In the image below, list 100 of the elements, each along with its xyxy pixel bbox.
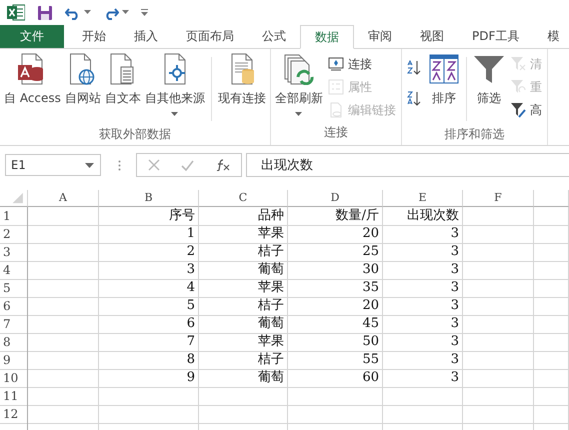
table-cell: 苹果: [199, 279, 288, 298]
ribbon-button[interactable]: 自文本: [104, 53, 142, 107]
table-cell: [28, 387, 99, 406]
ribbon-tab[interactable]: 插入: [120, 25, 172, 48]
table-cell: [463, 279, 534, 298]
ribbon-tab[interactable]: 数据: [300, 25, 354, 49]
table-cell: 35: [288, 279, 383, 298]
table-cell: 序号: [99, 207, 199, 226]
table-cell: 3: [383, 279, 463, 298]
table-cell: 5: [99, 297, 199, 316]
table-cell: [534, 351, 569, 370]
table-cell: 3: [99, 261, 199, 280]
globe-document-icon: [70, 53, 96, 85]
row-header[interactable]: 12: [0, 405, 28, 424]
dropdown-icon: [85, 162, 94, 168]
table-cell: [534, 243, 569, 262]
save-icon[interactable]: [37, 4, 53, 20]
column-header[interactable]: A: [28, 190, 99, 207]
link-document-icon: [328, 102, 344, 118]
reapply-filter-icon: [510, 79, 526, 95]
column-header[interactable]: C: [199, 190, 288, 207]
table-cell: 8: [99, 351, 199, 370]
column-header[interactable]: B: [99, 190, 199, 207]
table-cell: [28, 351, 99, 370]
ribbon-button[interactable]: 自网站: [64, 53, 102, 107]
table-cell: [28, 279, 99, 298]
table-cell: [534, 225, 569, 244]
table-cell: 3: [383, 243, 463, 262]
group-label: 连接: [322, 124, 349, 141]
row-header[interactable]: 8: [0, 333, 28, 352]
name-box[interactable]: E1: [5, 154, 101, 176]
row-header[interactable]: 9: [0, 351, 28, 370]
formula-field[interactable]: 出现次数: [246, 153, 569, 177]
ribbon-tab[interactable]: 开始: [68, 25, 120, 48]
caret-icon[interactable]: [122, 10, 129, 15]
table-cell: [28, 243, 99, 262]
ribbon-tab[interactable]: PDF工具: [458, 25, 534, 48]
ribbon-tab[interactable]: 公式: [248, 25, 300, 48]
column-header[interactable]: E: [383, 190, 463, 207]
table-cell: [463, 261, 534, 280]
table-cell: [463, 243, 534, 262]
table-cell: 60: [288, 369, 383, 388]
row-header[interactable]: 11: [0, 387, 28, 406]
table-cell: 3: [383, 315, 463, 334]
ribbon-button[interactable]: 筛选: [472, 53, 506, 107]
insert-function-icon[interactable]: [216, 159, 230, 171]
column-header[interactable]: [534, 190, 569, 207]
ribbon-tab[interactable]: 文件: [0, 25, 64, 48]
table-cell: 3: [383, 261, 463, 280]
row-header[interactable]: 5: [0, 279, 28, 298]
row-header[interactable]: 1: [0, 207, 28, 226]
row-header[interactable]: 7: [0, 315, 28, 334]
ribbon-button[interactable]: 全部刷新: [274, 53, 324, 116]
table-cell: [28, 225, 99, 244]
row-header[interactable]: 10: [0, 369, 28, 388]
column-header[interactable]: F: [463, 190, 534, 207]
table-cell: 3: [383, 225, 463, 244]
ribbon-button[interactable]: 高: [508, 99, 544, 121]
table-cell: [463, 315, 534, 334]
properties-icon: [328, 79, 344, 95]
table-cell: 葡萄: [199, 369, 288, 388]
row-header[interactable]: 4: [0, 261, 28, 280]
table-cell: [534, 279, 569, 298]
row-header[interactable]: 2: [0, 225, 28, 244]
ribbon-button[interactable]: 自其他来源: [144, 53, 206, 116]
sort-descending-icon[interactable]: [406, 91, 423, 107]
table-cell: [28, 207, 99, 226]
ribbon-tab[interactable]: 视图: [406, 25, 458, 48]
table-cell: [463, 207, 534, 226]
table-cell: [463, 333, 534, 352]
table-cell: 3: [383, 351, 463, 370]
ribbon-tab[interactable]: 页面布局: [172, 25, 248, 48]
customize-icon[interactable]: [141, 9, 148, 16]
connection-icon: [328, 56, 344, 72]
caret-icon[interactable]: [84, 10, 91, 15]
table-cell: 3: [383, 297, 463, 316]
table-cell: 9: [99, 369, 199, 388]
column-header[interactable]: D: [288, 190, 383, 207]
ribbon-button[interactable]: 现有连接: [216, 53, 267, 107]
select-all-icon[interactable]: [0, 190, 28, 207]
table-cell: 苹果: [199, 225, 288, 244]
table-cell: 葡萄: [199, 261, 288, 280]
ribbon-button[interactable]: 自 Access: [3, 53, 62, 107]
table-cell: 2: [99, 243, 199, 262]
ribbon-button[interactable]: 连接: [326, 53, 398, 75]
table-cell: [534, 369, 569, 388]
sort-ascending-icon[interactable]: [406, 60, 423, 76]
table-cell: 桔子: [199, 243, 288, 262]
table-cell: 55: [288, 351, 383, 370]
row-header[interactable]: 6: [0, 297, 28, 316]
row-header[interactable]: 3: [0, 243, 28, 262]
table-cell: [463, 405, 534, 424]
table-cell: [534, 261, 569, 280]
table-cell: [28, 405, 99, 424]
table-cell: 20: [288, 297, 383, 316]
table-cell: [28, 369, 99, 388]
ribbon-tab[interactable]: 审阅: [354, 25, 406, 48]
ribbon-button[interactable]: 排序: [426, 53, 461, 107]
caret-icon: [171, 112, 178, 116]
ribbon-tab[interactable]: 模: [533, 25, 569, 48]
